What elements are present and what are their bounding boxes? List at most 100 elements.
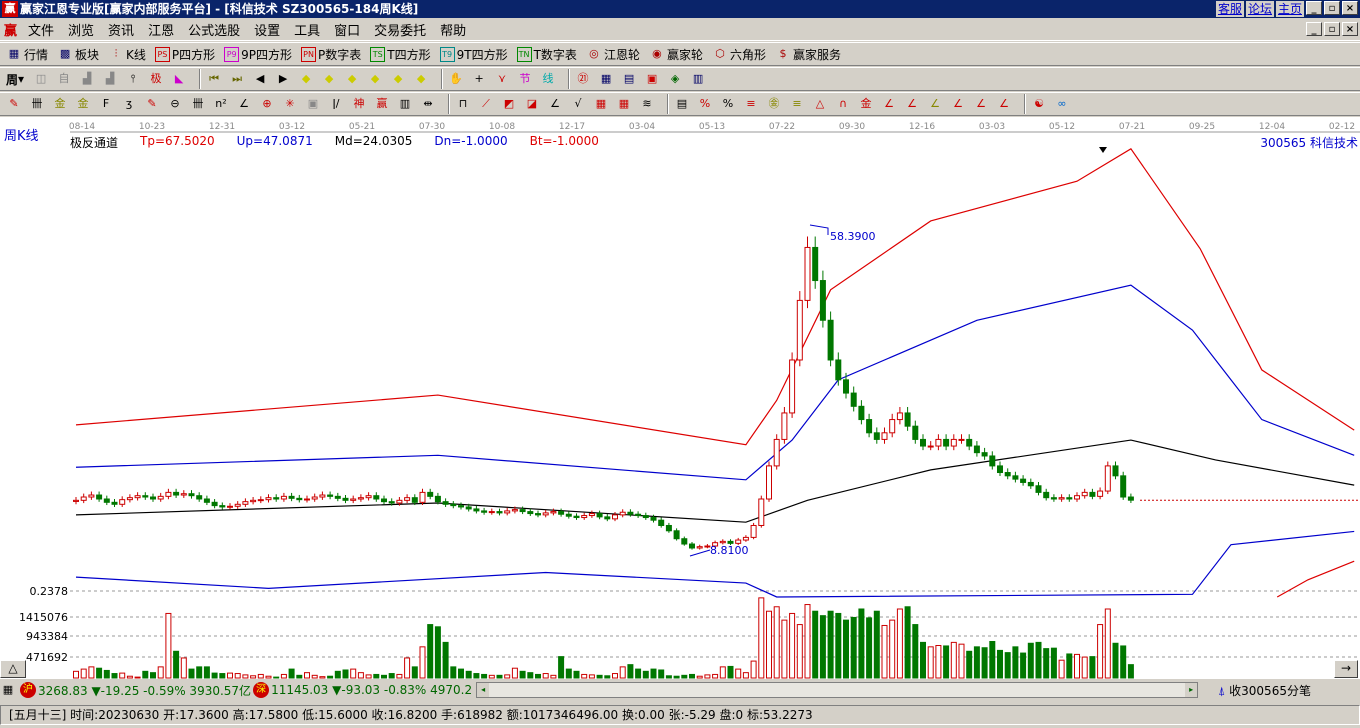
hand-icon[interactable]: ✋ bbox=[448, 71, 464, 87]
square-icon[interactable]: ▣ bbox=[305, 96, 321, 112]
grid-1-icon[interactable]: ▦ bbox=[593, 96, 609, 112]
menu-trade[interactable]: 交易委托 bbox=[367, 20, 433, 39]
gold-2-icon[interactable]: 金 bbox=[75, 96, 91, 112]
notes-icon[interactable]: ▤ bbox=[621, 71, 637, 87]
overlay-icon[interactable]: ◫ bbox=[33, 71, 49, 87]
menu-window[interactable]: 窗口 bbox=[327, 20, 367, 39]
menu-formula[interactable]: 公式选股 bbox=[181, 20, 247, 39]
toolbar-ts[interactable]: TS T四方形 bbox=[370, 46, 431, 63]
minimize-button[interactable]: _ bbox=[1306, 1, 1322, 15]
percent-1-icon[interactable]: % bbox=[697, 96, 713, 112]
next-icon[interactable]: ▶ bbox=[275, 71, 291, 87]
circle-icon[interactable]: ⊖ bbox=[167, 96, 183, 112]
toolbar-tn[interactable]: TN T数字表 bbox=[516, 46, 577, 63]
levels-icon[interactable]: ≡ bbox=[743, 96, 759, 112]
fib-icon[interactable]: F bbox=[98, 96, 114, 112]
color-icon[interactable]: ◣ bbox=[171, 71, 187, 87]
scroll-right-button[interactable]: → bbox=[1334, 660, 1358, 678]
angle-j-icon[interactable]: ∠ bbox=[881, 96, 897, 112]
angle-icon[interactable]: ∠ bbox=[236, 96, 252, 112]
mdi-restore-button[interactable]: ▫ bbox=[1324, 22, 1340, 36]
grid-2-icon[interactable]: ▦ bbox=[616, 96, 632, 112]
angle-f-icon[interactable]: ∠ bbox=[904, 96, 920, 112]
service-link[interactable]: 客服 bbox=[1215, 1, 1244, 17]
node-icon[interactable]: 节 bbox=[517, 71, 533, 87]
last-icon[interactable]: ⏭ bbox=[229, 71, 245, 87]
fan-box-2-icon[interactable]: ◪ bbox=[524, 96, 540, 112]
calendar-icon[interactable]: ▦ bbox=[0, 682, 16, 698]
triangle-icon[interactable]: △ bbox=[812, 96, 828, 112]
arc-icon[interactable]: ∩ bbox=[835, 96, 851, 112]
export-icon[interactable]: ▥ bbox=[690, 71, 706, 87]
calendar-icon[interactable]: ㉑ bbox=[575, 71, 591, 87]
home-link[interactable]: 主页 bbox=[1275, 1, 1304, 17]
gold-3-icon[interactable]: 金 bbox=[858, 96, 874, 112]
angle-4-icon[interactable]: ∠ bbox=[996, 96, 1012, 112]
horizontal-scrollbar[interactable]: ◂ ▸ bbox=[476, 682, 1199, 698]
save-icon[interactable]: ▣ bbox=[644, 71, 660, 87]
toolbar-table[interactable]: ▦ 行情 bbox=[6, 46, 48, 63]
range-icon[interactable]: ⇹ bbox=[420, 96, 436, 112]
toolbar-dollar[interactable]: $ 赢家服务 bbox=[775, 46, 841, 63]
lines-icon[interactable]: 线 bbox=[540, 71, 556, 87]
god-icon[interactable]: 神 bbox=[351, 96, 367, 112]
toolbar-p9[interactable]: P9 9P四方形 bbox=[224, 46, 292, 63]
parallel-icon[interactable]: 卌 bbox=[29, 96, 45, 112]
menu-gann[interactable]: 江恩 bbox=[141, 20, 181, 39]
zoom-6-icon[interactable]: ◆ bbox=[413, 71, 429, 87]
menu-file[interactable]: 文件 bbox=[21, 20, 61, 39]
gann-angle-icon[interactable]: ∠ bbox=[547, 96, 563, 112]
power-icon[interactable]: n² bbox=[213, 96, 229, 112]
zoom-5-icon[interactable]: ◆ bbox=[390, 71, 406, 87]
fan-box-icon[interactable]: ◩ bbox=[501, 96, 517, 112]
tick-data-button[interactable]: ⍋ 收300565分笔 bbox=[1218, 682, 1311, 699]
marker-icon[interactable]: ✎ bbox=[144, 96, 160, 112]
waves-icon[interactable]: ≋ bbox=[639, 96, 655, 112]
first-icon[interactable]: ⏮ bbox=[206, 71, 222, 87]
close-button[interactable]: × bbox=[1342, 1, 1358, 15]
chart-b-icon[interactable]: ▟ bbox=[102, 71, 118, 87]
hash-icon[interactable]: 卌 bbox=[190, 96, 206, 112]
target-icon[interactable]: ⊕ bbox=[259, 96, 275, 112]
infinity-icon[interactable]: ∞ bbox=[1054, 96, 1070, 112]
crosshair-icon[interactable]: + bbox=[471, 71, 487, 87]
restore-button[interactable]: ▫ bbox=[1324, 1, 1340, 15]
toolbar-hexagon[interactable]: ⬡ 六角形 bbox=[712, 46, 766, 63]
zoom-4-icon[interactable]: ◆ bbox=[367, 71, 383, 87]
mdi-minimize-button[interactable]: _ bbox=[1306, 22, 1322, 36]
zoom-3-icon[interactable]: ◆ bbox=[344, 71, 360, 87]
toolbar-candle[interactable]: ⫶ K线 bbox=[108, 46, 146, 63]
angle-s-icon[interactable]: ∠ bbox=[950, 96, 966, 112]
gold-coin-icon[interactable]: ㊎ bbox=[766, 96, 782, 112]
yinyang-icon[interactable]: ☯ bbox=[1031, 96, 1047, 112]
chart-a-icon[interactable]: ▟ bbox=[79, 71, 95, 87]
pen-icon[interactable]: ✎ bbox=[6, 96, 22, 112]
prev-icon[interactable]: ◀ bbox=[252, 71, 268, 87]
bars-icon[interactable]: ▥ bbox=[397, 96, 413, 112]
forum-link[interactable]: 论坛 bbox=[1245, 1, 1274, 17]
line-icon[interactable]: ⋎ bbox=[494, 71, 510, 87]
toolbar-grid[interactable]: ▩ 板块 bbox=[57, 46, 99, 63]
toolbar-winner-wheel[interactable]: ◉ 赢家轮 bbox=[649, 46, 703, 63]
auto-icon[interactable]: 自 bbox=[56, 71, 72, 87]
angle-y-icon[interactable]: ∠ bbox=[973, 96, 989, 112]
zoom-2-icon[interactable]: ◆ bbox=[321, 71, 337, 87]
scroll-left-arrow[interactable]: ◂ bbox=[477, 683, 490, 697]
mdi-close-button[interactable]: × bbox=[1342, 22, 1358, 36]
winner-icon[interactable]: 赢 bbox=[374, 96, 390, 112]
table-icon[interactable]: ▤ bbox=[674, 96, 690, 112]
menu-browse[interactable]: 浏览 bbox=[61, 20, 101, 39]
slash-icon[interactable]: ǀ/ bbox=[328, 96, 344, 112]
toolbar-t9[interactable]: T9 9T四方形 bbox=[439, 46, 508, 63]
menu-tools[interactable]: 工具 bbox=[287, 20, 327, 39]
menu-help[interactable]: 帮助 bbox=[433, 20, 473, 39]
menu-settings[interactable]: 设置 bbox=[247, 20, 287, 39]
gold-1-icon[interactable]: 金 bbox=[52, 96, 68, 112]
print-icon[interactable]: ◈ bbox=[667, 71, 683, 87]
menu-info[interactable]: 资讯 bbox=[101, 20, 141, 39]
toolbar-pn[interactable]: PN P数字表 bbox=[301, 46, 361, 63]
toolbar-gann-wheel[interactable]: ◎ 江恩轮 bbox=[586, 46, 640, 63]
box-icon[interactable]: ⊓ bbox=[455, 96, 471, 112]
kline-chart[interactable]: 08-14 10-23 12-31 03-12 05-21 07-30 10-08 12-17… bbox=[0, 117, 1360, 679]
calculator-icon[interactable]: ▦ bbox=[598, 71, 614, 87]
